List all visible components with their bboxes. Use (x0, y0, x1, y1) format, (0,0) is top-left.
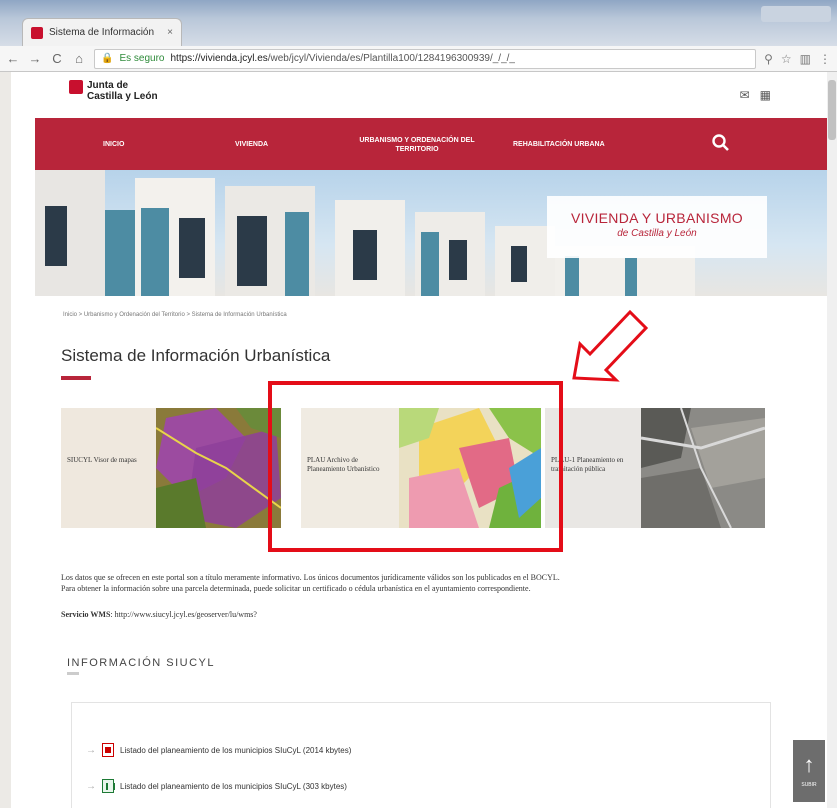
annotation-highlight-box (268, 381, 563, 552)
annotation-arrow-icon (572, 309, 649, 382)
nav-item-vivienda[interactable]: VIVIENDA (235, 140, 268, 149)
page-scrollbar[interactable] (827, 72, 837, 808)
section-title: INFORMACIÓN SIUCYL (67, 657, 216, 669)
zoom-icon[interactable]: ⚲ (764, 52, 773, 66)
hero-title-box: VIVIENDA Y URBANISMO de Castilla y León (547, 196, 767, 258)
forward-icon[interactable]: → (28, 51, 42, 66)
main-nav: INICIO VIVIENDA URBANISMO Y ORDENACIÓN D… (35, 118, 835, 170)
back-to-top-button[interactable]: ↑ SUBIR (793, 740, 825, 802)
arrow-right-icon: → (86, 744, 96, 756)
menu-icon[interactable]: ⋮ (819, 52, 831, 66)
favicon-icon (31, 26, 43, 39)
back-icon[interactable]: ← (6, 51, 20, 66)
site-header: Junta de Castilla y León ✉ ▦ (11, 72, 827, 118)
document-link[interactable]: Listado del planeamiento de los municipi… (120, 782, 347, 791)
window-controls[interactable] (761, 6, 831, 22)
arrow-right-icon: → (86, 780, 96, 792)
shield-logo-icon (69, 80, 83, 94)
card-siucyl-visor[interactable]: SIUCYL Visor de mapas (61, 408, 281, 528)
breadcrumb[interactable]: Inicio > Urbanismo y Ordenación del Terr… (63, 312, 287, 318)
bookmark-star-icon[interactable]: ☆ (781, 52, 792, 66)
browser-toolbar: ← → C ⌂ 🔒 Es seguro https://vivienda.jcy… (0, 46, 837, 72)
excel-file-icon (102, 779, 115, 793)
document-link[interactable]: Listado del planeamiento de los municipi… (120, 746, 351, 755)
secure-label: Es seguro (119, 53, 165, 64)
hero-subtitle: de Castilla y León (617, 228, 697, 239)
extension-icon[interactable]: ▥ (800, 52, 811, 66)
search-icon[interactable] (711, 133, 731, 153)
section-underline (67, 672, 79, 675)
browser-tab[interactable]: Sistema de Información × (22, 18, 182, 46)
page-title: Sistema de Información Urbanística (61, 346, 331, 365)
nav-item-rehabilitacion[interactable]: REHABILITACIÓN URBANA (513, 140, 605, 149)
arrow-up-icon: ↑ (803, 752, 815, 777)
mail-icon[interactable]: ✉ (740, 88, 750, 102)
back-to-top-label: SUBIR (801, 782, 817, 788)
tab-title: Sistema de Información (49, 27, 155, 38)
nav-item-urbanismo[interactable]: URBANISMO Y ORDENACIÓN DEL TERRITORIO (357, 136, 477, 154)
card-plau-tramitacion[interactable]: PLAU-1 Planeamiento en tramitación públi… (545, 408, 765, 528)
reload-icon[interactable]: C (50, 51, 64, 66)
url-text: https://vivienda.jcyl.es/web/jcyl/Vivien… (170, 53, 515, 64)
toolbar-right-icons: ⚲ ☆ ▥ ⋮ (764, 52, 831, 66)
logo-text: Junta de Castilla y León (87, 80, 158, 102)
site-logo[interactable]: Junta de Castilla y León (69, 80, 167, 102)
hero-title: VIVIENDA Y URBANISMO (571, 210, 743, 226)
pdf-file-icon (102, 743, 114, 757)
list-item[interactable]: → Listado del planeamiento de los munici… (86, 743, 351, 757)
scrollbar-thumb[interactable] (828, 80, 836, 140)
hero-banner: VIVIENDA Y URBANISMO de Castilla y León (35, 170, 835, 296)
list-item[interactable]: → Listado del planeamiento de los munici… (86, 779, 347, 793)
window-titlebar: Sistema de Información × (0, 0, 837, 46)
map-thumbnail-3 (641, 408, 765, 528)
tab-close-button[interactable]: × (167, 27, 173, 38)
web-page: Junta de Castilla y León ✉ ▦ INICIO VIVI… (11, 72, 837, 808)
wms-link[interactable]: : http://www.siucyl.jcyl.es/geoserver/lu… (110, 610, 257, 619)
title-underline (61, 376, 91, 380)
address-bar[interactable]: 🔒 Es seguro https://vivienda.jcyl.es/web… (94, 48, 757, 69)
lock-icon: 🔒 (101, 53, 114, 64)
wms-service: Servicio WMS: http://www.siucyl.jcyl.es/… (61, 610, 257, 619)
grid-menu-icon[interactable]: ▦ (760, 88, 771, 102)
disclaimer-text: Los datos que se ofrecen en este portal … (61, 573, 560, 593)
browser-chrome: Sistema de Información × ← → C ⌂ 🔒 Es se… (0, 0, 837, 72)
card-label: SIUCYL Visor de mapas (67, 456, 137, 464)
home-icon[interactable]: ⌂ (72, 51, 86, 66)
documents-box: → Listado del planeamiento de los munici… (71, 702, 771, 808)
nav-item-inicio[interactable]: INICIO (103, 140, 124, 149)
map-thumbnail-1 (156, 408, 281, 528)
header-icons: ✉ ▦ (740, 88, 771, 102)
